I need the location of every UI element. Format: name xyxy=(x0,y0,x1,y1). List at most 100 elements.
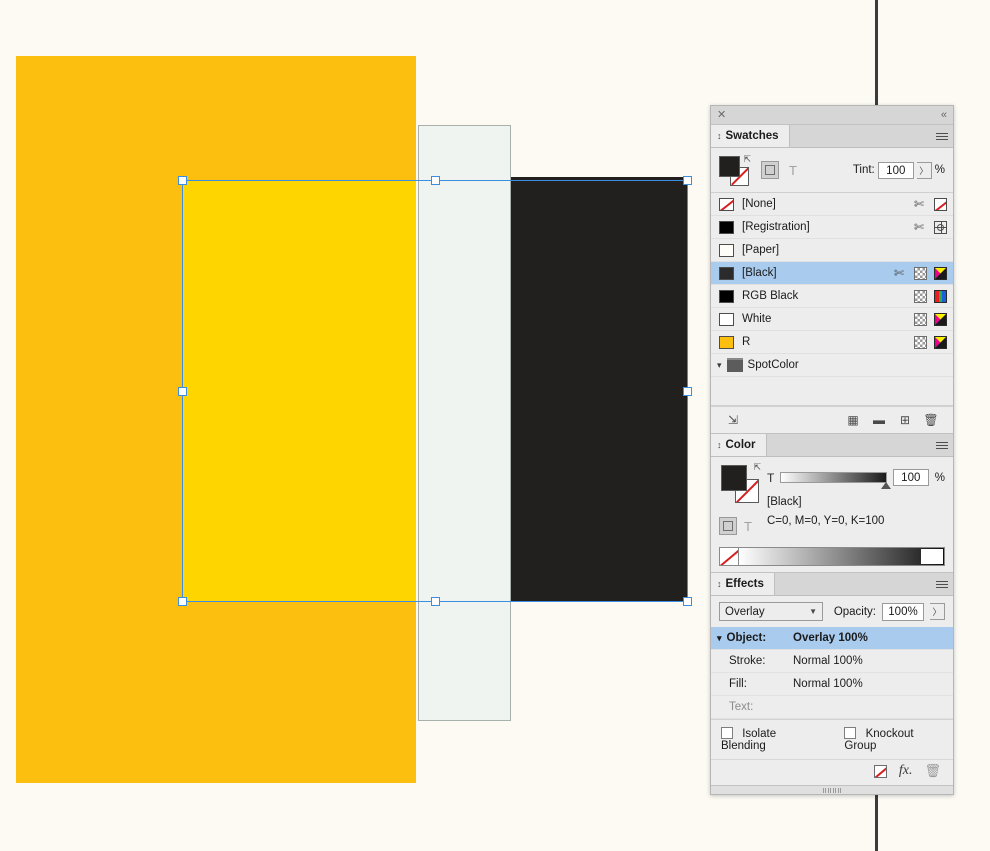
eyedropper-icon: ✄ xyxy=(914,196,925,211)
effects-tabbar: ↕ Effects xyxy=(711,573,953,596)
swatch-color-chip xyxy=(719,312,734,326)
tint-label: Tint: xyxy=(852,164,875,176)
tab-color-label: Color xyxy=(725,439,756,451)
none-color-icon xyxy=(934,197,947,211)
show-all-swatches-icon[interactable]: ⇲ xyxy=(720,410,746,430)
swatch-color-chip xyxy=(719,266,734,280)
swatch-row-icons: ✄ xyxy=(914,219,947,234)
tabbar-filler xyxy=(790,125,931,147)
delete-effect-icon[interactable]: 🗑 xyxy=(924,763,941,779)
fill-stroke-proxy[interactable]: ⇱ xyxy=(719,154,753,186)
overlay-blend-region xyxy=(182,180,416,602)
swatches-panel: ↕ Swatches ⇱ T Tint: 100 〉 % [None] ✄ [R… xyxy=(711,125,953,434)
effects-row[interactable]: Stroke: Normal 100% xyxy=(711,650,953,673)
opacity-input[interactable]: 100% xyxy=(882,602,924,621)
swatch-name-label: R xyxy=(742,336,751,348)
white-color-stop[interactable] xyxy=(921,549,943,564)
tint-control: Tint: 100 〉 % xyxy=(852,161,945,179)
color-component-values: C=0, M=0, Y=0, K=100 xyxy=(767,515,885,527)
effects-panel: ↕ Effects Overlay ▼ Opacity: 100% 〉 ▾ Obj… xyxy=(711,573,953,786)
swatches-tabbar: ↕ Swatches xyxy=(711,125,953,148)
pale-rectangle[interactable] xyxy=(418,125,511,721)
cmyk-color-mode-icon xyxy=(934,266,947,280)
swatch-name-label: White xyxy=(742,313,772,325)
fill-proxy-swatch[interactable] xyxy=(719,156,740,177)
eyedropper-icon: ✄ xyxy=(914,219,925,234)
tint-percent-label: % xyxy=(934,164,945,176)
effects-row-label: Text: xyxy=(729,701,754,713)
color-panel-body: ⇱ T T 100 % [Black] C=0, M=0, Y=0, K=100 xyxy=(711,457,953,572)
color-panel: ↕ Color ⇱ T T 100 % [Black] C=0, M=0, Y=… xyxy=(711,434,953,573)
effects-row-value: Normal 100% xyxy=(793,655,863,667)
new-swatch-icon[interactable]: ⊞ xyxy=(892,410,918,430)
swatch-group-spotcolor[interactable]: ▾ SpotColor xyxy=(711,354,953,377)
new-folder-icon[interactable]: ▬ xyxy=(866,410,892,430)
color-tint-input[interactable]: 100 xyxy=(892,469,929,486)
new-color-group-icon[interactable]: ▦ xyxy=(840,410,866,430)
swatch-row[interactable]: White xyxy=(711,308,953,331)
tint-input[interactable]: 100 xyxy=(877,161,914,179)
cmyk-color-mode-icon xyxy=(934,335,947,349)
swatch-row[interactable]: RGB Black xyxy=(711,285,953,308)
updown-arrows-icon: ↕ xyxy=(717,440,722,450)
clear-effects-icon[interactable] xyxy=(873,764,887,778)
dark-rectangle[interactable] xyxy=(511,177,688,602)
swatch-row[interactable]: R xyxy=(711,331,953,354)
swatch-row[interactable]: [Registration] ✄ xyxy=(711,216,953,239)
folder-icon xyxy=(726,358,743,372)
swatch-row[interactable]: [None] ✄ xyxy=(711,193,953,216)
knockout-group-option[interactable]: Knockout Group xyxy=(844,727,943,752)
swatch-color-chip xyxy=(719,220,734,234)
swatch-name-label: [None] xyxy=(742,198,776,210)
isolate-blending-checkbox[interactable] xyxy=(721,727,733,739)
apply-to-frame-button[interactable] xyxy=(761,161,779,179)
effects-row-list[interactable]: ▾ Object: Overlay 100% Stroke: Normal 100% Fi… xyxy=(711,627,953,719)
tint-stepper-icon[interactable]: 〉 xyxy=(916,161,932,179)
swatch-list-empty-area[interactable] xyxy=(711,377,953,406)
apply-to-text-button[interactable]: T xyxy=(787,163,799,178)
effects-row[interactable]: Fill: Normal 100% xyxy=(711,673,953,696)
blend-mode-select[interactable]: Overlay ▼ xyxy=(719,602,823,621)
color-fill-proxy-swatch[interactable] xyxy=(721,465,747,491)
tint-slider-thumb[interactable] xyxy=(880,482,891,489)
chevron-down-icon[interactable]: ▾ xyxy=(717,360,722,371)
color-spectrum-row[interactable] xyxy=(719,547,945,566)
swatches-panel-menu-icon[interactable] xyxy=(931,125,953,147)
swatch-row[interactable]: [Paper] xyxy=(711,239,953,262)
color-apply-to-frame-button[interactable] xyxy=(719,517,737,535)
fx-icon[interactable]: fx. xyxy=(899,763,913,779)
swatch-row[interactable]: [Black] ✄ xyxy=(711,262,953,285)
tint-slider-row: T 100 % xyxy=(767,469,945,489)
effects-panel-menu-icon[interactable] xyxy=(931,573,953,595)
tint-slider[interactable] xyxy=(780,472,891,489)
tab-color[interactable]: ↕ Color xyxy=(711,434,767,456)
swatch-color-chip xyxy=(719,243,734,257)
swap-fill-stroke-icon[interactable]: ⇱ xyxy=(753,462,761,473)
tab-swatches-label: Swatches xyxy=(725,130,779,142)
delete-swatch-icon[interactable]: 🗑 xyxy=(918,410,944,430)
tab-swatches[interactable]: ↕ Swatches xyxy=(711,125,790,147)
effects-row[interactable]: ▾ Object: Overlay 100% xyxy=(711,627,953,650)
blend-mode-value: Overlay xyxy=(725,605,765,618)
chevron-down-icon[interactable]: ▾ xyxy=(717,633,722,644)
opacity-stepper-icon[interactable]: 〉 xyxy=(930,603,945,620)
effects-bottom-toolbar: fx. 🗑 xyxy=(711,759,953,785)
effects-row[interactable]: Text: xyxy=(711,696,953,719)
dock-resize-grip[interactable] xyxy=(711,786,953,794)
swatch-color-chip xyxy=(719,197,734,211)
collapse-panel-icon[interactable]: « xyxy=(941,109,947,121)
swap-fill-stroke-icon[interactable]: ⇱ xyxy=(743,154,751,165)
tab-effects[interactable]: ↕ Effects xyxy=(711,573,775,595)
none-color-icon[interactable] xyxy=(719,547,739,566)
isolate-blending-option[interactable]: Isolate Blending xyxy=(721,727,818,752)
color-ramp[interactable] xyxy=(739,547,945,566)
swatch-list[interactable]: [None] ✄ [Registration] ✄ [Paper] [Black] ✄ RGB… xyxy=(711,193,953,354)
swatch-name-label: RGB Black xyxy=(742,290,799,302)
close-icon[interactable]: ✕ xyxy=(717,109,726,121)
effects-row-label-wrap: ▾ Object: xyxy=(711,632,793,644)
knockout-group-checkbox[interactable] xyxy=(844,727,857,739)
tabbar-filler xyxy=(767,434,931,456)
swatch-name-label: [Black] xyxy=(742,267,777,279)
color-panel-menu-icon[interactable] xyxy=(931,434,953,456)
color-fill-stroke-proxy[interactable]: ⇱ xyxy=(719,462,761,513)
